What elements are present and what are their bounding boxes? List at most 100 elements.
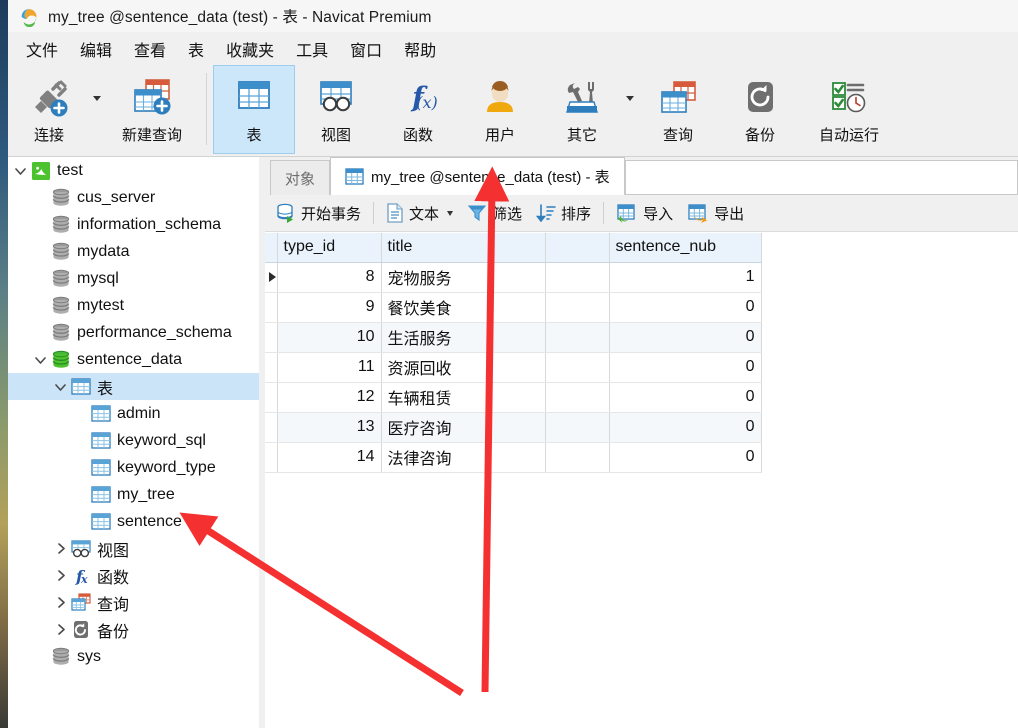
tree-node-[interactable]: f x 函数 <box>8 562 259 589</box>
tree-node-mydata[interactable]: mydata <box>8 238 259 265</box>
table-row[interactable]: 14 法律咨询 0 <box>265 442 762 473</box>
tree-node-[interactable]: 查询 <box>8 589 259 616</box>
grid-cell[interactable]: 法律咨询 <box>381 442 546 473</box>
chevron-right-icon[interactable] <box>52 623 70 636</box>
text-button[interactable]: 文本 <box>379 200 460 227</box>
tree-node-sys[interactable]: sys <box>8 643 259 670</box>
tree-node-my_tree[interactable]: my_tree <box>8 481 259 508</box>
grid-col-title[interactable]: title <box>381 233 546 263</box>
grid-cell[interactable]: 8 <box>277 262 382 293</box>
grid-cell[interactable]: 0 <box>609 292 762 323</box>
table-row[interactable]: 12 车辆租赁 0 <box>265 382 762 413</box>
tree-node-sentence[interactable]: sentence <box>8 508 259 535</box>
grid-col-blank[interactable] <box>545 233 610 263</box>
toolbar-table[interactable]: 表 <box>213 65 295 154</box>
filter-button[interactable]: 筛选 <box>460 200 529 227</box>
row-gutter[interactable] <box>265 412 278 443</box>
begin-transaction-button[interactable]: 开始事务 <box>269 200 368 227</box>
menu-favorites[interactable]: 收藏夹 <box>215 34 285 64</box>
grid-cell[interactable]: 车辆租赁 <box>381 382 546 413</box>
tree-node-performance_schema[interactable]: performance_schema <box>8 319 259 346</box>
grid-cell[interactable]: 10 <box>277 322 382 353</box>
toolbar-backup[interactable]: 备份 <box>719 65 801 153</box>
menu-file[interactable]: 文件 <box>15 34 69 64</box>
toolbar-function[interactable]: f (x) 函数 <box>377 65 459 153</box>
grid-cell[interactable]: 0 <box>609 442 762 473</box>
grid-cell[interactable]: 11 <box>277 352 382 383</box>
toolbar-other[interactable]: 其它 <box>541 65 623 153</box>
row-gutter[interactable] <box>265 382 278 413</box>
row-gutter[interactable] <box>265 292 278 323</box>
grid-cell[interactable] <box>545 442 610 473</box>
table-row[interactable]: 9 餐饮美食 0 <box>265 292 762 323</box>
grid-cell[interactable] <box>545 352 610 383</box>
grid-cell[interactable] <box>545 412 610 443</box>
import-button[interactable]: 导入 <box>609 200 680 227</box>
toolbar-user[interactable]: 用户 <box>459 65 541 153</box>
grid-cell[interactable]: 0 <box>609 322 762 353</box>
row-gutter[interactable] <box>265 442 278 473</box>
toolbar-new-query[interactable]: 新建查询 <box>104 65 200 153</box>
table-row[interactable]: 11 资源回收 0 <box>265 352 762 383</box>
chevron-down-icon[interactable] <box>32 354 50 366</box>
export-button[interactable]: 导出 <box>680 200 751 227</box>
tree-node-[interactable]: 视图 <box>8 535 259 562</box>
toolbar-view[interactable]: 视图 <box>295 65 377 153</box>
data-grid[interactable]: type_id title sentence_nub 8 宠物服务 1 9 餐饮美食 0 1… <box>265 233 1018 633</box>
grid-cell[interactable]: 资源回收 <box>381 352 546 383</box>
grid-cell[interactable]: 0 <box>609 412 762 443</box>
toolbar-connection[interactable]: 连接 <box>8 65 90 153</box>
table-row[interactable]: 13 医疗咨询 0 <box>265 412 762 443</box>
grid-cell[interactable]: 1 <box>609 262 762 293</box>
grid-cell[interactable]: 9 <box>277 292 382 323</box>
menu-help[interactable]: 帮助 <box>393 34 447 64</box>
menu-view[interactable]: 查看 <box>123 34 177 64</box>
tree-node-[interactable]: 表 <box>8 373 259 400</box>
grid-col-sentence-nub[interactable]: sentence_nub <box>609 233 762 263</box>
grid-cell[interactable]: 0 <box>609 382 762 413</box>
table-row[interactable]: 8 宠物服务 1 <box>265 262 762 293</box>
tree-node-sentence_data[interactable]: sentence_data <box>8 346 259 373</box>
toolbar-query[interactable]: 查询 <box>637 65 719 153</box>
grid-cell[interactable] <box>545 382 610 413</box>
menu-window[interactable]: 窗口 <box>339 34 393 64</box>
tree-node-admin[interactable]: admin <box>8 400 259 427</box>
tree-node-test[interactable]: test <box>8 157 259 184</box>
row-gutter[interactable] <box>265 262 278 293</box>
toolbar-connection-dropdown[interactable] <box>90 65 104 153</box>
grid-cell[interactable]: 宠物服务 <box>381 262 546 293</box>
menu-tools[interactable]: 工具 <box>285 34 339 64</box>
menu-edit[interactable]: 编辑 <box>69 34 123 64</box>
chevron-right-icon[interactable] <box>52 569 70 582</box>
grid-cell[interactable]: 0 <box>609 352 762 383</box>
toolbar-automation[interactable]: 自动运行 <box>801 65 897 153</box>
grid-cell[interactable]: 餐饮美食 <box>381 292 546 323</box>
tree-node-keyword_sql[interactable]: keyword_sql <box>8 427 259 454</box>
grid-cell[interactable]: 13 <box>277 412 382 443</box>
tab-my-tree[interactable]: my_tree @sentence_data (test) - 表 <box>330 157 625 195</box>
tree-node-mytest[interactable]: mytest <box>8 292 259 319</box>
tree-node-[interactable]: 备份 <box>8 616 259 643</box>
row-gutter[interactable] <box>265 352 278 383</box>
grid-cell[interactable]: 12 <box>277 382 382 413</box>
chevron-right-icon[interactable] <box>52 542 70 555</box>
sort-button[interactable]: 排序 <box>529 200 598 227</box>
chevron-right-icon[interactable] <box>52 596 70 609</box>
tree-node-cus_server[interactable]: cus_server <box>8 184 259 211</box>
menu-table[interactable]: 表 <box>177 34 215 64</box>
grid-cell[interactable] <box>545 292 610 323</box>
tree-node-keyword_type[interactable]: keyword_type <box>8 454 259 481</box>
object-tree-sidebar[interactable]: test cus_server information_schema mydata my… <box>8 157 259 728</box>
grid-cell[interactable]: 14 <box>277 442 382 473</box>
grid-cell[interactable]: 医疗咨询 <box>381 412 546 443</box>
chevron-down-icon[interactable] <box>447 210 454 216</box>
chevron-down-icon[interactable] <box>12 165 30 177</box>
row-gutter[interactable] <box>265 322 278 353</box>
table-row[interactable]: 10 生活服务 0 <box>265 322 762 353</box>
tree-node-information_schema[interactable]: information_schema <box>8 211 259 238</box>
chevron-down-icon[interactable] <box>52 381 70 393</box>
tree-node-mysql[interactable]: mysql <box>8 265 259 292</box>
grid-col-type-id[interactable]: type_id <box>277 233 382 263</box>
toolbar-other-dropdown[interactable] <box>623 65 637 153</box>
grid-cell[interactable] <box>545 322 610 353</box>
